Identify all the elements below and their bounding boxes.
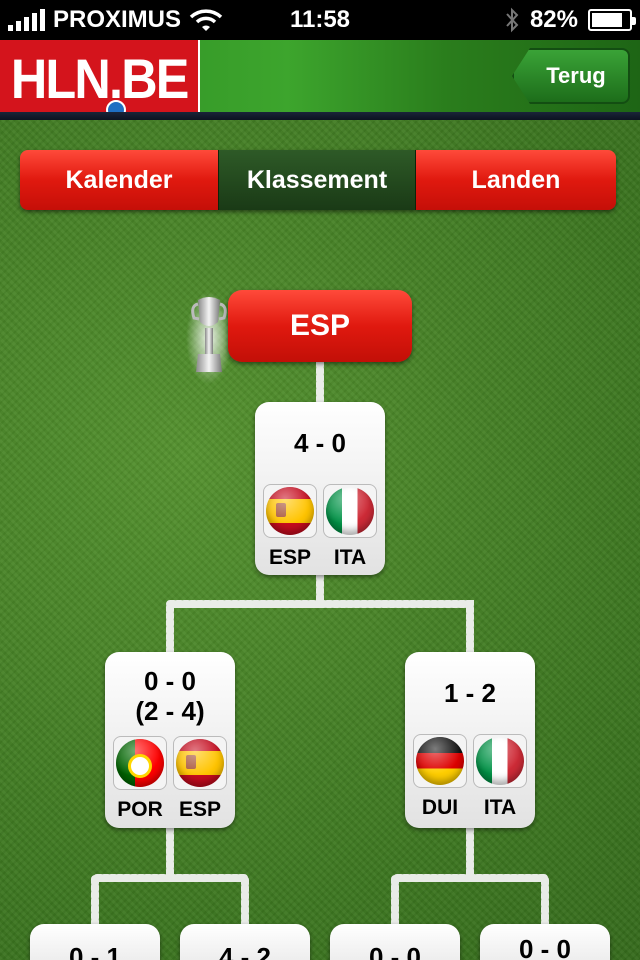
match-card-quarterfinal-2[interactable]: 4 - 2 — [180, 924, 310, 960]
team-code: ESP — [268, 546, 312, 569]
team-code: POR — [117, 798, 163, 821]
match-card-final[interactable]: 4 - 0 ESP ITA — [255, 402, 385, 575]
penalty-score: (2 - 4) — [135, 696, 205, 726]
trophy-icon — [186, 292, 232, 384]
match-score: 0 - 0 — [368, 942, 422, 960]
match-score: 1 - 2 — [443, 678, 497, 708]
match-score: 4 - 2 — [218, 942, 272, 960]
winner-banner[interactable]: ESP — [228, 290, 412, 362]
italy-flag-icon — [476, 737, 524, 785]
match-card-semifinal-2[interactable]: 1 - 2 DUI ITA — [405, 652, 535, 828]
team-code: ITA — [333, 546, 367, 569]
portugal-flag-icon — [116, 739, 164, 787]
tab-klassement[interactable]: Klassement — [218, 150, 416, 210]
spain-flag-icon — [176, 739, 224, 787]
spain-flag-icon — [266, 487, 314, 535]
tab-label: Landen — [471, 165, 561, 194]
team-code: ITA — [483, 796, 517, 819]
tab-bar: Kalender Klassement Landen — [20, 150, 616, 210]
tab-landen[interactable]: Landen — [416, 150, 616, 210]
match-card-quarterfinal-4[interactable]: 0 - 0 — [480, 924, 610, 960]
winner-label: ESP — [289, 309, 351, 342]
tab-kalender[interactable]: Kalender — [20, 150, 218, 210]
match-score: 4 - 0 — [293, 428, 347, 458]
team-code: ESP — [178, 798, 222, 821]
tab-label: Kalender — [65, 165, 173, 194]
germany-flag-icon — [416, 737, 464, 785]
match-card-quarterfinal-3[interactable]: 0 - 0 — [330, 924, 460, 960]
match-score: 0 - 1 — [68, 942, 122, 960]
italy-flag-icon — [326, 487, 374, 535]
match-score: 0 - 0 — [143, 666, 197, 696]
match-card-semifinal-1[interactable]: 0 - 0 (2 - 4) POR ESP — [105, 652, 235, 828]
team-code: DUI — [421, 796, 459, 819]
tab-label: Klassement — [246, 165, 388, 194]
match-card-quarterfinal-1[interactable]: 0 - 1 — [30, 924, 160, 960]
match-score: 0 - 0 — [518, 934, 572, 960]
